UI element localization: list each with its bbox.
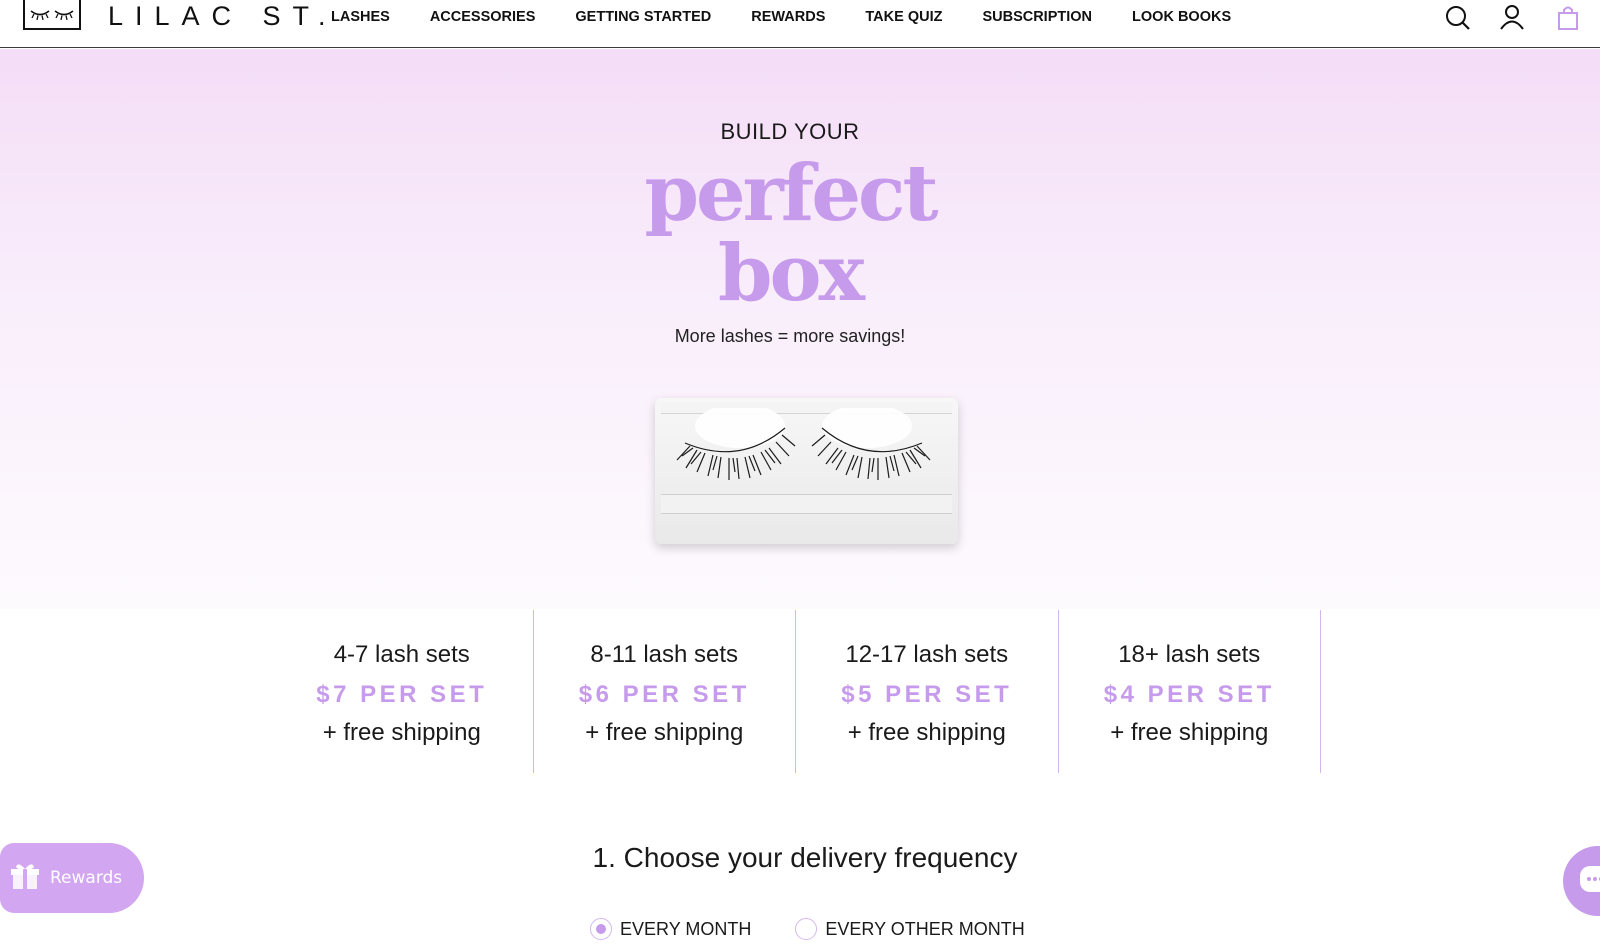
rewards-launcher-button[interactable]: Rewards — [0, 843, 144, 913]
nav-subscription[interactable]: SUBSCRIPTION — [982, 7, 1092, 27]
radio-label-every-other-month[interactable]: EVERY OTHER MONTH — [825, 919, 1024, 940]
tier-price: $6 PER SET — [578, 681, 750, 708]
nav-lashes[interactable]: LASHES — [331, 7, 390, 27]
logo-eye-icon[interactable] — [23, 0, 81, 30]
frequency-options: EVERY MONTH EVERY OTHER MONTH — [590, 918, 1069, 940]
main-nav: LASHES ACCESSORIES GETTING STARTED REWAR… — [331, 7, 1271, 27]
tier-card: 8-11 lash sets $6 PER SET + free shippin… — [534, 610, 796, 773]
hero-tagline: More lashes = more savings! — [674, 326, 906, 346]
pricing-tiers: 4-7 lash sets $7 PER SET + free shipping… — [271, 610, 1321, 773]
cart-icon[interactable] — [1554, 4, 1582, 32]
hero-script-perfect: perfect — [644, 148, 939, 239]
rewards-label: Rewards — [50, 868, 123, 888]
tier-shipping: + free shipping — [585, 719, 744, 746]
gift-icon — [10, 861, 40, 896]
tier-card: 12-17 lash sets $5 PER SET + free shippi… — [796, 610, 1059, 773]
nav-take-quiz[interactable]: TAKE QUIZ — [865, 7, 942, 27]
brand-wordmark[interactable]: LILAC ST. — [108, 0, 338, 32]
lash-product-image — [655, 398, 958, 544]
hero-kicker: BUILD YOUR — [720, 119, 860, 144]
tier-range: 8-11 lash sets — [590, 641, 739, 668]
nav-accessories[interactable]: ACCESSORIES — [430, 7, 536, 27]
site-header: LILAC ST. LASHES ACCESSORIES GETTING STA… — [0, 0, 1600, 48]
chat-bubble-icon — [1580, 866, 1600, 892]
nav-rewards[interactable]: REWARDS — [751, 7, 825, 27]
account-icon[interactable] — [1498, 4, 1526, 32]
tier-card: 4-7 lash sets $7 PER SET + free shipping — [271, 610, 534, 773]
radio-every-month[interactable] — [590, 918, 612, 940]
tier-shipping: + free shipping — [322, 719, 481, 746]
tier-card: 18+ lash sets $4 PER SET + free shipping — [1059, 610, 1321, 773]
hero-script-box: box — [717, 228, 865, 319]
search-icon[interactable] — [1444, 4, 1472, 32]
hero-section: BUILD YOUR perfect box More lashes = mor… — [0, 49, 1600, 609]
nav-look-books[interactable]: LOOK BOOKS — [1132, 7, 1231, 27]
radio-every-other-month[interactable] — [795, 918, 818, 940]
tier-shipping: + free shipping — [1110, 719, 1269, 746]
tier-range: 12-17 lash sets — [845, 641, 1009, 668]
nav-getting-started[interactable]: GETTING STARTED — [575, 7, 711, 27]
radio-label-every-month[interactable]: EVERY MONTH — [620, 919, 751, 940]
tier-price: $7 PER SET — [316, 681, 488, 708]
tier-range: 4-7 lash sets — [333, 641, 470, 668]
delivery-frequency-title: 1. Choose your delivery frequency — [592, 842, 1018, 873]
tier-price: $4 PER SET — [1103, 681, 1275, 708]
tier-shipping: + free shipping — [847, 719, 1006, 746]
tier-range: 18+ lash sets — [1118, 641, 1261, 668]
tier-price: $5 PER SET — [841, 681, 1013, 708]
